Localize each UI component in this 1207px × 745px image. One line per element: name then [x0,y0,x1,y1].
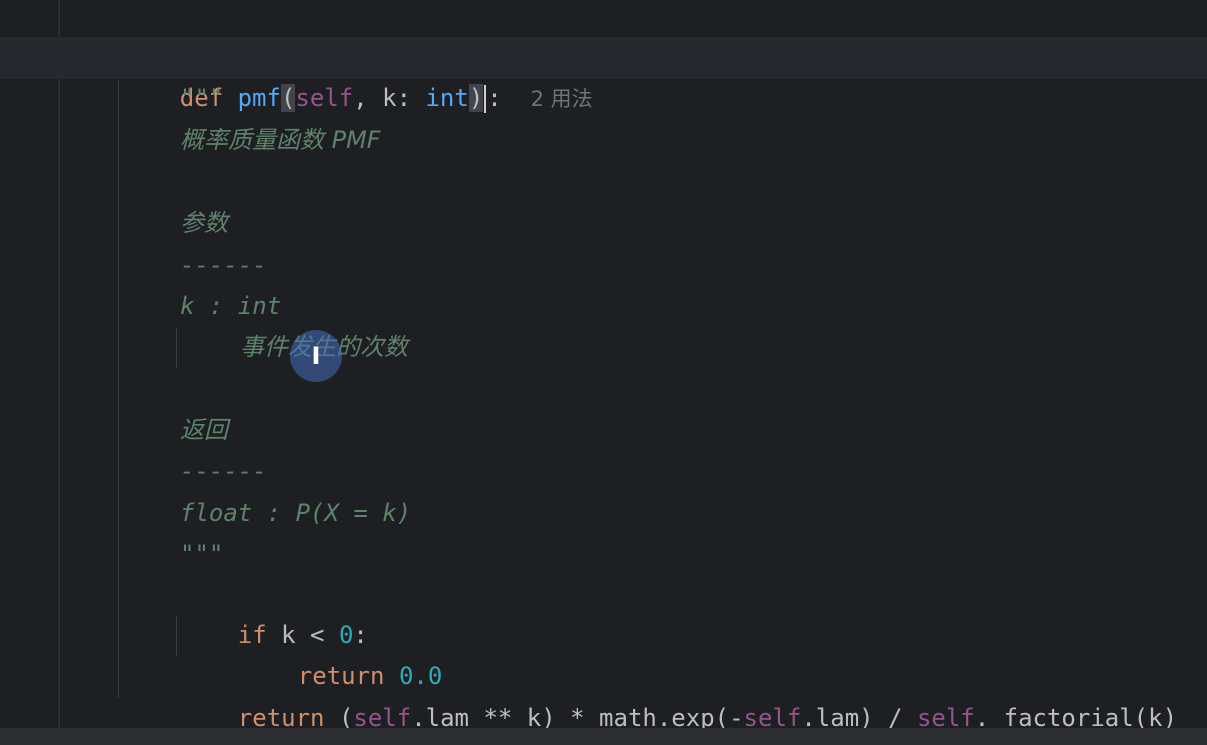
docstring-returns-header: 返回 [180,416,228,444]
docstring-open-quotes: """ [180,84,224,112]
editor-top-strip [0,0,1207,34]
def-colon: : [487,84,502,112]
indent-guide [118,80,119,698]
text-cursor-icon: I [311,342,321,370]
gutter-separator [58,0,60,728]
function-name[interactable]: pmf [238,84,281,112]
indent-guide [176,616,177,656]
docstring-returns-decl: float : P(X = k) [180,499,412,527]
code-line-if[interactable]: if k < 0: [180,575,368,649]
code-line-return[interactable]: return (self.lam ** k) * math.exp(-self.… [180,658,1177,732]
code-line-return-zero[interactable]: return 0.0 [240,616,443,690]
docstring-params-rule: ------ [180,251,267,279]
docstring-close-quotes: """ [180,540,224,568]
text-caret [484,85,487,113]
horizontal-scrollbar[interactable] [0,728,1207,745]
code-line-def[interactable]: def pmf(self, k: int): 2 用法 [122,38,593,113]
code-editor[interactable]: def pmf(self, k: int): 2 用法 """ 概率质量函数 P… [0,0,1207,745]
paren-close: ) [468,84,484,112]
indent-guide [176,328,177,368]
docstring-params-header: 参数 [180,209,228,237]
usage-hint[interactable]: 2 用法 [531,87,593,111]
param-sep: , k: [353,84,426,112]
docstring-returns-rule: ------ [180,457,267,485]
docstring-param-decl: k : int [180,292,282,320]
param-self: self [295,84,354,112]
docstring-summary: 概率质量函数 PMF [180,126,381,154]
type-int: int [425,84,469,112]
paren-open: ( [280,84,296,112]
